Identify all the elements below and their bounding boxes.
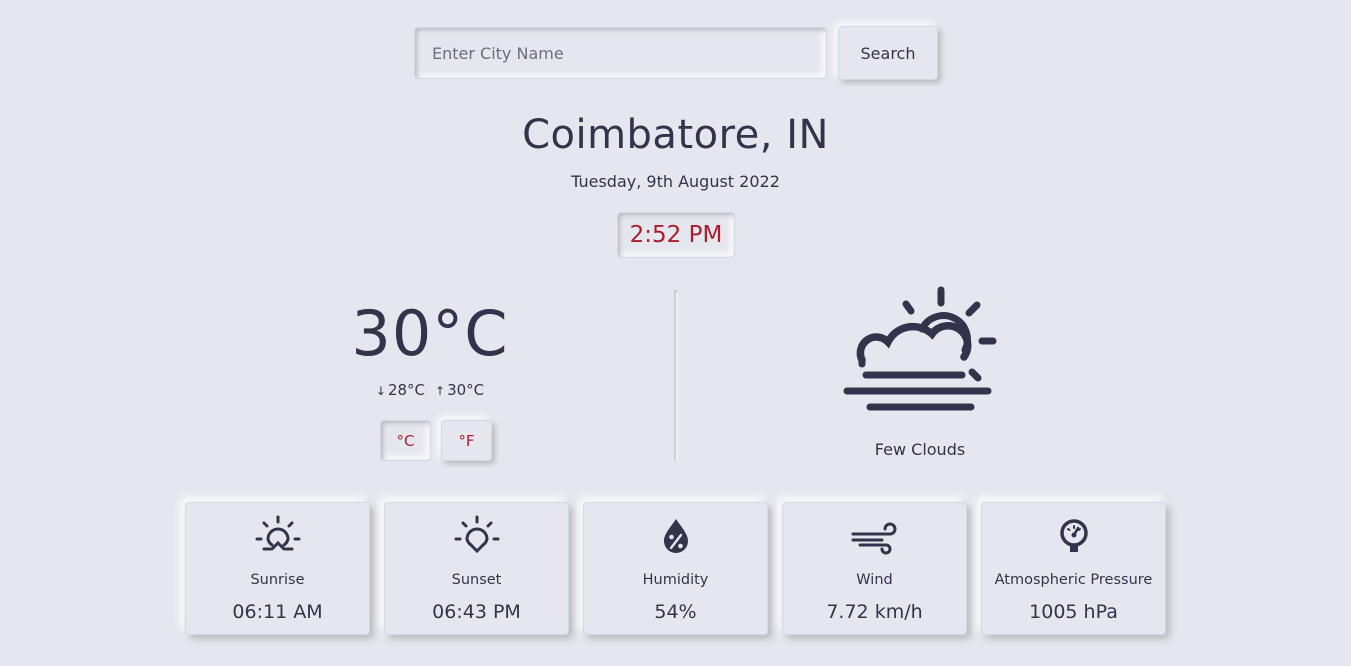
wind-icon bbox=[851, 522, 896, 555]
humidity-icon bbox=[663, 519, 688, 553]
pressure-card: Atmospheric Pressure 1005 hPa bbox=[981, 502, 1166, 635]
max-arrow-icon: ↑ bbox=[435, 384, 446, 398]
stat-value: 06:43 PM bbox=[432, 601, 521, 623]
stat-label: Sunrise bbox=[250, 572, 305, 588]
humidity-card: Humidity 54% bbox=[583, 502, 768, 635]
stat-value: 7.72 km/h bbox=[826, 601, 923, 623]
min-temperature: 28°C bbox=[387, 381, 425, 399]
sunrise-card: Sunrise 06:11 AM bbox=[185, 502, 370, 635]
few-clouds-icon bbox=[843, 286, 997, 411]
max-temperature: 30°C bbox=[447, 381, 485, 399]
search-button[interactable]: Search bbox=[838, 26, 938, 80]
stat-value: 54% bbox=[654, 601, 697, 623]
city-name: Coimbatore, IN bbox=[522, 112, 829, 158]
sunset-card: Sunset 06:43 PM bbox=[384, 502, 569, 635]
temperature-range: ↓ 28°C ↑ 30°C bbox=[280, 381, 580, 399]
sunrise-icon bbox=[255, 515, 300, 551]
stat-label: Atmospheric Pressure bbox=[994, 572, 1153, 588]
pressure-gauge-icon bbox=[1059, 519, 1088, 552]
current-time: 2:52 PM bbox=[617, 212, 735, 258]
stat-label: Humidity bbox=[642, 572, 709, 588]
stat-value: 06:11 AM bbox=[232, 601, 323, 623]
current-temperature: 30°C bbox=[351, 297, 509, 370]
current-date: Tuesday, 9th August 2022 bbox=[571, 172, 780, 191]
min-arrow-icon: ↓ bbox=[375, 384, 386, 398]
fahrenheit-button[interactable]: °F bbox=[441, 420, 492, 461]
sunset-icon bbox=[454, 515, 499, 554]
stat-value: 1005 hPa bbox=[1029, 601, 1118, 623]
city-search-input[interactable] bbox=[414, 27, 827, 79]
stat-label: Wind bbox=[856, 572, 893, 588]
wind-card: Wind 7.72 km/h bbox=[782, 502, 967, 635]
divider bbox=[674, 290, 678, 462]
weather-app: Search Coimbatore, IN Tuesday, 9th Augus… bbox=[0, 0, 1351, 666]
stat-label: Sunset bbox=[451, 572, 502, 588]
condition-description: Few Clouds bbox=[874, 440, 966, 459]
celsius-button[interactable]: °C bbox=[380, 420, 431, 461]
